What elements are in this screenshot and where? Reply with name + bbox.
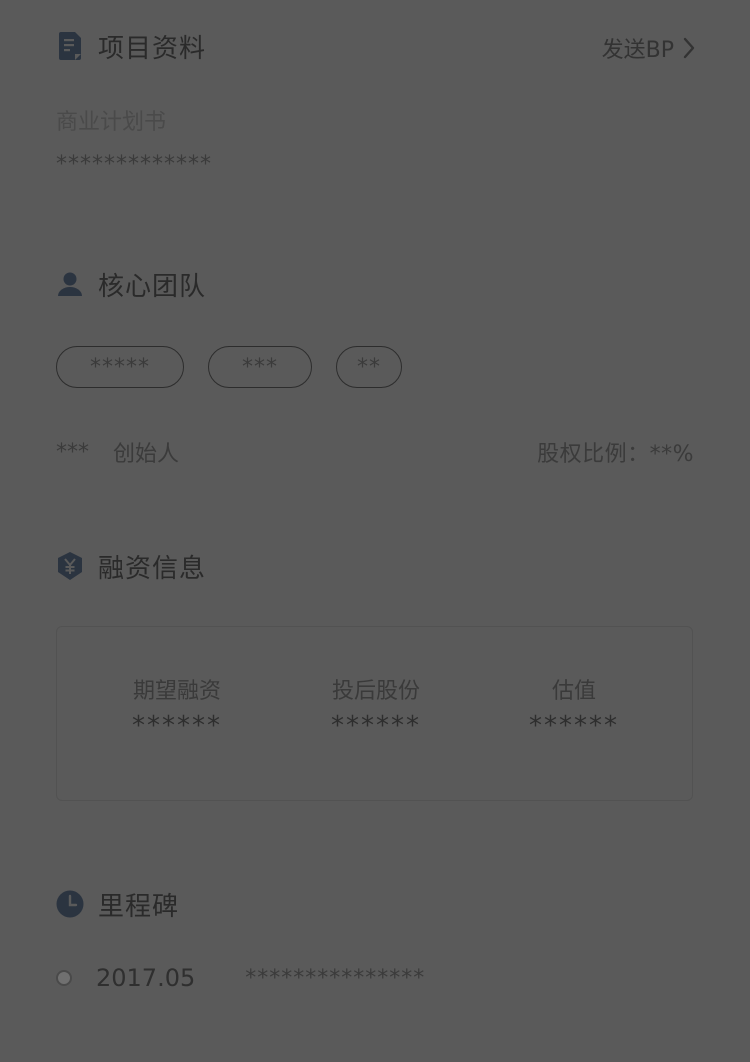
financing-value: ******: [331, 711, 421, 741]
team-chip[interactable]: *****: [56, 346, 184, 388]
equity-ratio: 股权比例：**%: [537, 442, 694, 467]
section-title: 项目资料: [98, 33, 207, 64]
person-icon: [56, 270, 84, 298]
member-role: 创始人: [113, 442, 180, 467]
section-title: 融资信息: [98, 553, 207, 584]
member-info-row: *** 创始人 股权比例：**%: [56, 436, 694, 468]
team-chip[interactable]: **: [336, 346, 402, 388]
bp-value[interactable]: *************: [56, 152, 212, 177]
financing-label: 期望融资: [132, 679, 221, 704]
send-bp-link[interactable]: 发送BP: [602, 30, 696, 66]
yen-shield-icon: [56, 552, 84, 580]
milestone-item: 2017.05 ***************: [56, 960, 425, 996]
section-header-milestone: 里程碑: [56, 884, 179, 924]
section-title: 核心团队: [98, 271, 207, 302]
document-icon: [56, 32, 84, 60]
send-bp-label: 发送BP: [601, 38, 674, 63]
section-header-project-info: 项目资料: [56, 26, 206, 66]
section-header-financing: 融资信息: [56, 546, 206, 586]
financing-label: 估值: [551, 679, 596, 704]
project-detail-page: 项目资料 发送BP 商业计划书 ************* 核心团队 *****…: [0, 0, 750, 1062]
bp-label: 商业计划书: [56, 110, 167, 135]
section-header-team: 核心团队: [56, 264, 206, 304]
team-chip[interactable]: ***: [208, 346, 312, 388]
chevron-right-icon: [682, 37, 696, 59]
financing-item: 估值 ******: [474, 673, 674, 741]
financing-value: ******: [132, 711, 222, 741]
timeline-dot: [56, 970, 72, 986]
milestone-date: 2017.05: [96, 964, 196, 992]
financing-card: 期望融资 ****** 投后股份 ****** 估值 ******: [56, 626, 693, 801]
section-title: 里程碑: [98, 891, 180, 922]
financing-value: ******: [529, 711, 619, 741]
financing-item: 期望融资 ******: [77, 673, 277, 741]
financing-label: 投后股份: [331, 679, 420, 704]
team-member-chips: ***** *** **: [56, 346, 402, 388]
financing-item: 投后股份 ******: [276, 673, 476, 741]
member-name: ***: [56, 439, 89, 465]
milestone-desc: ***************: [245, 965, 426, 991]
member-identity: *** 创始人: [56, 436, 179, 468]
clock-icon: [56, 890, 84, 918]
